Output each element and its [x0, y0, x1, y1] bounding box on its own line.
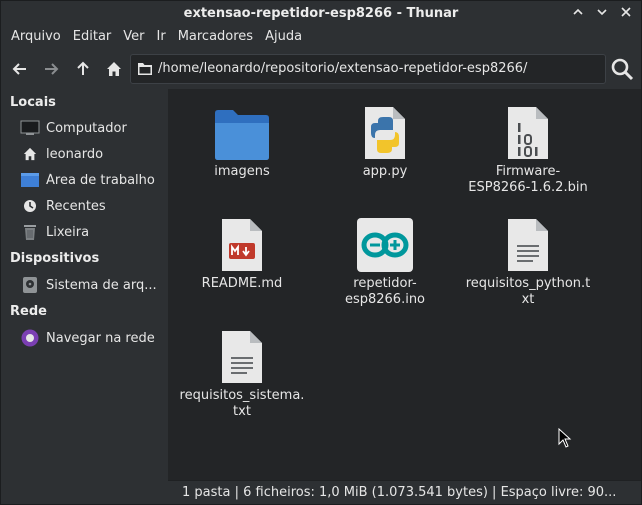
file-item-firmware-bin[interactable]: Firmware- ESP8266-1.6.2.bin — [463, 101, 593, 196]
arrow-left-icon — [12, 63, 26, 75]
file-name: repetidor- esp8266.ino — [320, 276, 450, 308]
computer-icon — [19, 118, 41, 138]
search-icon — [611, 58, 634, 81]
sidebar-heading-dispositivos: Dispositivos — [10, 251, 100, 266]
home-button[interactable] — [102, 57, 126, 81]
file-item-requisitos-python-txt[interactable]: requisitos_python.t xt — [463, 213, 593, 308]
sidebar-item-label: Recentes — [46, 198, 106, 214]
file-name-line: imagens — [214, 164, 270, 179]
sidebar-item-label: Computador — [46, 120, 127, 136]
home-icon — [19, 144, 41, 164]
clock-icon — [19, 196, 41, 216]
menu-bar: Arquivo Editar Ver Ir Marcadores Ajuda — [1, 27, 308, 49]
back-button[interactable] — [8, 57, 32, 81]
trash-icon — [19, 222, 41, 242]
mouse-pointer-icon — [558, 428, 572, 448]
window-title: extensao-repetidor-esp8266 - Thunar — [183, 6, 459, 21]
folder-icon — [177, 101, 307, 161]
sidebar-heading-rede: Rede — [10, 304, 47, 319]
file-name-line: requisitos_sistema. — [179, 388, 305, 403]
location-bar[interactable]: /home/leonardo/repositorio/extensao-repe… — [130, 54, 606, 84]
up-button[interactable] — [71, 57, 95, 81]
file-name-line: app.py — [362, 164, 408, 179]
menu-arquivo[interactable]: Arquivo — [5, 27, 67, 49]
sidebar: Locais Computador leonardo Área de traba… — [1, 89, 168, 504]
location-path: /home/leonardo/repositorio/extensao-repe… — [158, 61, 528, 76]
file-name: requisitos_python.t xt — [463, 276, 593, 308]
arrow-up-icon — [77, 61, 89, 75]
status-text: 1 pasta | 6 ficheiros: 1,0 MiB (1.073.54… — [182, 485, 617, 500]
forward-button[interactable] — [39, 57, 63, 81]
title-bar[interactable]: extensao-repetidor-esp8266 - Thunar — [1, 1, 641, 27]
desktop-icon — [19, 170, 41, 190]
folder-icon — [138, 63, 152, 75]
sidebar-item-leonardo[interactable]: leonardo — [19, 143, 167, 165]
arrow-right-icon — [45, 63, 59, 75]
file-name-line: repetidor- — [353, 276, 417, 291]
search-button[interactable] — [610, 57, 634, 81]
sidebar-item-label: Sistema de arq... — [46, 277, 157, 293]
sidebar-item-label: Navegar na rede — [46, 330, 155, 346]
file-item-app-py[interactable]: app.py — [320, 101, 450, 180]
sidebar-heading-locais: Locais — [10, 95, 56, 110]
file-name-line: requisitos_python.t — [465, 276, 591, 291]
file-name: requisitos_sistema. txt — [177, 388, 307, 420]
status-bar: 1 pasta | 6 ficheiros: 1,0 MiB (1.073.54… — [168, 480, 641, 504]
sidebar-item-label: leonardo — [46, 146, 104, 162]
sidebar-item-lixeira[interactable]: Lixeira — [19, 221, 167, 243]
file-name: app.py — [320, 164, 450, 180]
home-icon — [107, 62, 121, 76]
text-file-icon — [463, 213, 593, 273]
sidebar-item-navegar-na-rede[interactable]: Navegar na rede — [19, 327, 167, 349]
file-name-line: txt — [233, 404, 251, 419]
file-item-imagens[interactable]: imagens — [177, 101, 307, 180]
file-name: imagens — [177, 164, 307, 180]
file-name-line: ESP8266-1.6.2.bin — [468, 180, 588, 195]
menu-marcadores[interactable]: Marcadores — [172, 27, 259, 49]
file-item-repetidor-ino[interactable]: repetidor- esp8266.ino — [320, 213, 450, 308]
maximize-icon[interactable] — [595, 5, 609, 21]
menu-editar[interactable]: Editar — [67, 27, 118, 49]
sidebar-item-recentes[interactable]: Recentes — [19, 195, 167, 217]
file-name-line: Firmware- — [495, 164, 561, 179]
file-name-line: esp8266.ino — [344, 292, 426, 307]
markdown-file-icon — [177, 213, 307, 273]
file-name-line: README.md — [201, 276, 283, 291]
minimize-up-icon[interactable] — [571, 5, 585, 21]
arduino-file-icon — [320, 213, 450, 273]
text-file-icon — [177, 325, 307, 385]
file-item-readme-md[interactable]: README.md — [177, 213, 307, 292]
sidebar-item-area-de-trabalho[interactable]: Área de trabalho — [19, 169, 167, 191]
close-icon[interactable] — [619, 5, 633, 21]
menu-ir[interactable]: Ir — [151, 27, 172, 49]
file-name: Firmware- ESP8266-1.6.2.bin — [463, 164, 593, 196]
binary-file-icon — [463, 101, 593, 161]
network-icon — [19, 328, 41, 348]
file-view[interactable]: imagens app.py Firmware- ESP8266-1.6.2.b… — [168, 89, 641, 480]
python-file-icon — [320, 101, 450, 161]
sidebar-item-sistema-de-arquivos[interactable]: Sistema de arq... — [19, 274, 167, 296]
file-item-requisitos-sistema-txt[interactable]: requisitos_sistema. txt — [177, 325, 307, 420]
sidebar-item-label: Lixeira — [46, 224, 90, 240]
file-name-line: xt — [521, 292, 535, 307]
menu-ajuda[interactable]: Ajuda — [259, 27, 308, 49]
sidebar-item-label: Área de trabalho — [46, 172, 155, 188]
file-name: README.md — [177, 276, 307, 292]
drive-icon — [19, 275, 41, 295]
thunar-window: extensao-repetidor-esp8266 - Thunar Arqu… — [0, 0, 642, 505]
menu-ver[interactable]: Ver — [117, 27, 150, 49]
sidebar-item-computador[interactable]: Computador — [19, 117, 167, 139]
